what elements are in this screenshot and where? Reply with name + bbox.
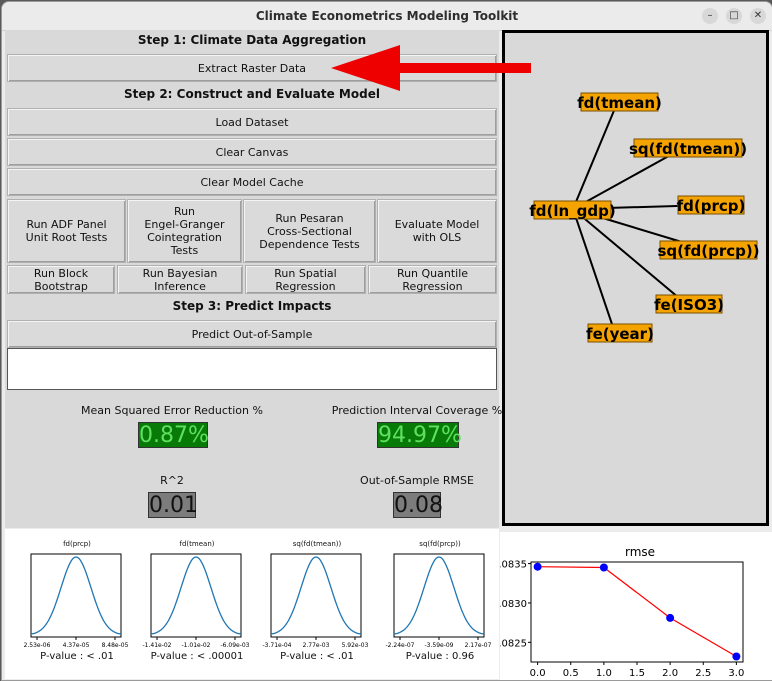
r2-value: 0.01 [148,492,198,518]
x-tick-label: 1.0 [596,668,612,679]
x-tick-label: -1.01e-02 [181,642,210,649]
p-value-label: P-value : < .01 [40,651,114,662]
data-point [666,613,675,622]
predict-out-of-sample-button[interactable]: Predict Out-of-Sample [7,320,497,348]
model-graph-canvas[interactable]: fd(tmean) sq(fd(tmean)) fd(prcp) sq(fd(p… [502,30,769,526]
x-tick-label: 0.0 [530,668,546,679]
pi-coverage-label: Prediction Interval Coverage % [331,404,503,417]
y-tick-label: .0825 [500,638,527,649]
coefficient-distributions-panel: fd(prcp) 2.53e-06 4.37e-05 8.48e-05 P-value … [5,529,499,679]
edge-fd-tmean [572,100,619,210]
node-sq-fd-prcp[interactable]: sq(fd(prcp)) [657,242,759,260]
distribution-title: sq(fd(tmean)) [292,540,342,548]
data-point [533,562,542,571]
distribution-frame [30,553,122,638]
node-fd-prcp[interactable]: fd(prcp) [677,197,746,215]
rmse-chart: rmse 0.0 0.5 1.0 1.5 2.0 2.5 3.0 .0835 .0830 .082… [498,545,744,679]
x-tick-label: 2.0 [662,668,678,679]
extract-raster-button[interactable]: Extract Raster Data [7,54,497,82]
x-tick-label: -3.71e-04 [262,642,291,649]
x-tick-label: 0.5 [563,668,579,679]
distribution-chart: -1.41e-02 -1.01e-02 -6.09e-03 [142,553,250,649]
x-tick-label: -2.24e-07 [385,642,414,649]
adf-test-button[interactable]: Run ADF Panel Unit Root Tests [7,199,126,263]
distribution-title: sq(fd(prcp)) [419,540,461,548]
node-fe-iso3[interactable]: fe(ISO3) [654,296,724,314]
y-tick-label: .0830 [500,599,527,610]
distribution-title: fd(prcp) [63,540,91,548]
x-tick-label: 2.53e-06 [24,642,51,649]
model-graph: fd(tmean) sq(fd(tmean)) fd(prcp) sq(fd(p… [529,92,760,343]
p-value-label: P-value : 0.96 [405,651,475,662]
node-fd-tmean[interactable]: fd(tmean) [577,94,662,112]
step1-heading: Step 1: Climate Data Aggregation [137,33,367,47]
p-value-label: P-value : < .00001 [150,651,244,662]
control-panel: Step 1: Climate Data Aggregation Extract… [5,30,502,528]
distribution-frame [270,553,362,638]
step3-heading: Step 3: Predict Impacts [172,299,332,313]
rmse-chart-panel: rmse 0.0 0.5 1.0 1.5 2.0 2.5 3.0 .0835 .0830 .082… [498,532,772,680]
distribution-frame [150,553,242,638]
mse-reduction-value: 0.87% [138,422,209,448]
step2-heading: Step 2: Construct and Evaluate Model [124,87,380,101]
window-title: Climate Econometrics Modeling Toolkit [255,9,519,23]
data-point [599,563,608,572]
x-tick-label: 1.5 [629,668,645,679]
r2-label: R^2 [160,474,184,487]
maximize-icon[interactable]: □ [726,8,742,24]
minimize-icon[interactable]: – [702,8,718,24]
pesaran-test-button[interactable]: Run Pesaran Cross-Sectional Dependence T… [243,199,376,263]
chart-title: rmse [625,545,655,559]
x-tick-label: -6.09e-03 [220,642,249,649]
oos-rmse-value: 0.08 [393,492,443,518]
x-tick-label: -3.59e-09 [424,642,453,649]
x-tick-label: 5.92e-03 [342,642,369,649]
mse-reduction-label: Mean Squared Error Reduction % [81,404,263,417]
spatial-regression-button[interactable]: Run Spatial Regression [245,265,366,294]
close-icon[interactable]: ✕ [750,8,766,24]
clear-model-cache-button[interactable]: Clear Model Cache [7,168,497,196]
clear-canvas-button[interactable]: Clear Canvas [7,138,497,166]
x-tick-label: 4.37e-05 [63,642,90,649]
distribution-chart: -3.71e-04 2.77e-03 5.92e-03 [262,553,369,649]
x-tick-label: -1.41e-02 [142,642,171,649]
distribution-chart: 2.53e-06 4.37e-05 8.48e-05 [24,553,129,649]
block-bootstrap-button[interactable]: Run Block Bootstrap [7,265,115,294]
oos-rmse-label: Out-of-Sample RMSE [360,474,474,487]
y-tick-label: .0835 [500,560,527,571]
data-point [732,652,741,661]
load-dataset-button[interactable]: Load Dataset [7,108,497,136]
distribution-frame [393,553,485,638]
distribution-chart: -2.24e-07 -3.59e-09 2.17e-07 [385,553,492,649]
pi-coverage-value: 94.97% [377,422,462,448]
x-tick-label: 2.17e-07 [465,642,492,649]
title-bar: Climate Econometrics Modeling Toolkit – … [2,2,772,31]
evaluate-ols-button[interactable]: Evaluate Model with OLS [377,199,497,263]
quantile-regression-button[interactable]: Run Quantile Regression [368,265,497,294]
app-window: Climate Econometrics Modeling Toolkit – … [1,1,772,681]
x-tick-label: 2.5 [695,668,711,679]
distribution-title: fd(tmean) [179,540,215,548]
x-tick-label: 8.48e-05 [102,642,129,649]
bayesian-inference-button[interactable]: Run Bayesian Inference [117,265,243,294]
x-tick-label: 3.0 [728,668,744,679]
x-tick-label: 2.77e-03 [303,642,330,649]
plot-area [530,561,744,663]
node-fe-year[interactable]: fe(year) [586,325,654,343]
prediction-output-box[interactable] [7,348,497,390]
node-fd-ln-gdp[interactable]: fd(ln_gdp) [529,202,616,220]
engle-granger-button[interactable]: Run Engel-Granger Cointegration Tests [127,199,242,263]
p-value-label: P-value : < .01 [280,651,354,662]
node-sq-fd-tmean[interactable]: sq(fd(tmean)) [629,140,747,158]
